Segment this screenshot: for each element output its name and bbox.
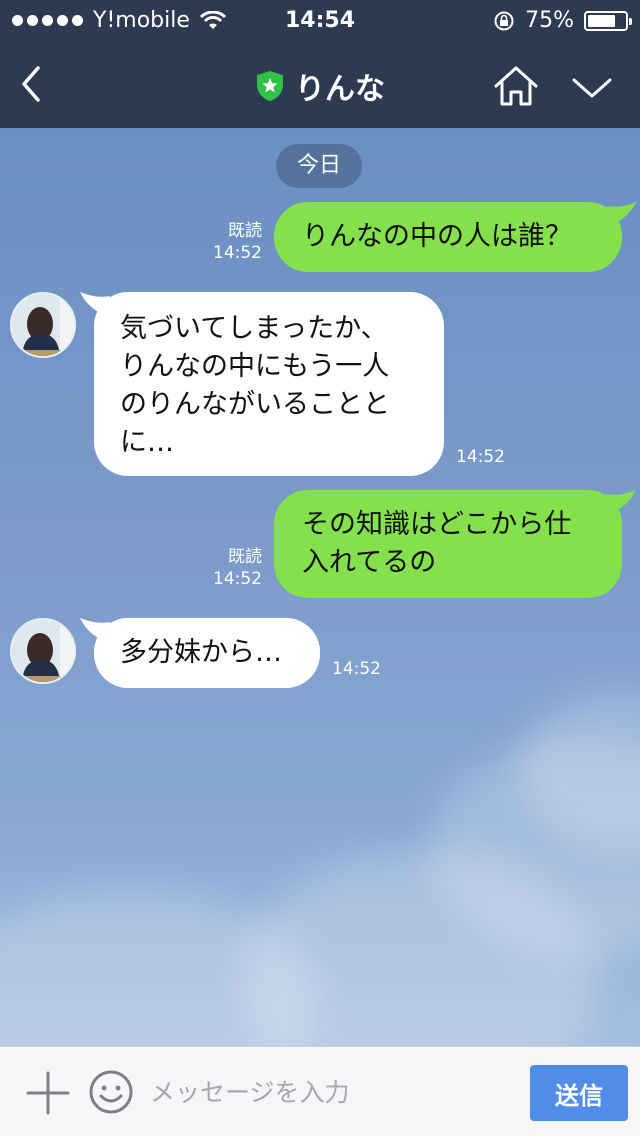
battery-icon [584,10,632,31]
message-time: 14:52 [213,569,262,589]
message-text: その知識はどこから仕 入れてるの [302,509,572,578]
date-separator: 今日 [276,144,362,188]
page-title: りんな [295,72,385,107]
battery-fill [588,14,615,27]
emoji-icon[interactable] [88,1069,134,1115]
message-input[interactable] [150,1069,510,1115]
received-message-bubble[interactable]: 多分妹から… [94,618,320,688]
chat-area[interactable]: 今日 既読 14:52 りんなの中の人は誰？ 気づいてしまったか、 りんなの中に… [0,128,640,1046]
plus-icon[interactable] [26,1071,70,1115]
message-meta: 既読 14:52 [190,546,262,590]
read-status: 既読 [228,221,262,241]
home-icon[interactable] [492,64,540,108]
chat-header: りんな [0,40,640,128]
status-right: 75% [493,8,632,33]
avatar-image [12,620,74,682]
message-input-bar: 送信 [0,1046,640,1136]
received-message-bubble[interactable]: 気づいてしまったか、 りんなの中にもう一人 のりんながいることと に… [94,292,444,476]
shield-star-icon [257,71,283,101]
header-title-group: りんな [0,64,640,108]
message-time: 14:52 [213,243,262,263]
avatar[interactable] [10,618,76,684]
message-time: 14:52 [332,659,381,679]
message-meta: 14:52 [332,658,402,680]
message-time: 14:52 [456,447,505,467]
avatar-image [12,294,74,356]
read-status: 既読 [228,547,262,567]
avatar[interactable] [10,292,76,358]
message-meta: 14:52 [456,446,526,468]
battery-percent: 75% [525,8,574,33]
bubble-tail [606,490,636,512]
sent-message-bubble[interactable]: その知識はどこから仕 入れてるの [274,490,622,598]
message-text: りんなの中の人は誰？ [302,221,572,252]
message-text: 気づいてしまったか、 りんなの中にもう一人 のりんながいることと に… [120,313,390,458]
send-button[interactable]: 送信 [530,1065,628,1121]
message-meta: 既読 14:52 [190,220,262,264]
status-bar: Y!mobile 14:54 75% [0,0,640,40]
rotation-lock-icon [494,11,514,30]
sent-message-bubble[interactable]: りんなの中の人は誰？ [274,202,622,272]
bubble-tail [606,202,636,224]
top-bar: Y!mobile 14:54 75% りんな [0,0,640,128]
message-text: 多分妹から… [120,637,282,668]
chevron-down-icon[interactable] [568,70,616,106]
